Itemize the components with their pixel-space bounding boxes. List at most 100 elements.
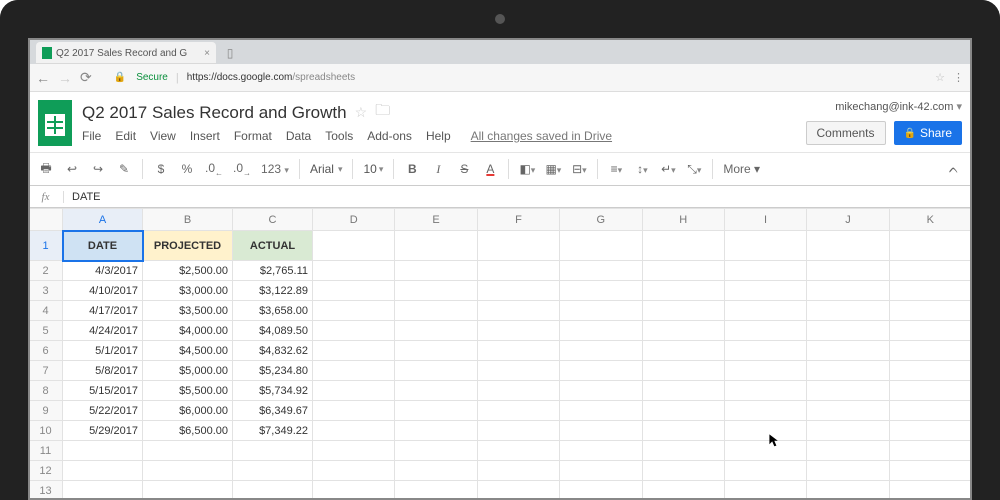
- bookmark-star-icon[interactable]: ☆: [935, 71, 945, 84]
- cell[interactable]: [313, 231, 395, 261]
- cell[interactable]: DATE: [63, 231, 143, 261]
- cell[interactable]: [477, 421, 559, 441]
- comments-button[interactable]: Comments: [806, 121, 886, 145]
- cell[interactable]: [560, 341, 642, 361]
- cell[interactable]: [807, 461, 889, 481]
- cell[interactable]: [395, 461, 477, 481]
- row-header[interactable]: 13: [29, 481, 63, 500]
- cell[interactable]: [560, 301, 642, 321]
- menu-addons[interactable]: Add-ons: [367, 129, 412, 143]
- column-header[interactable]: F: [477, 209, 559, 231]
- cell[interactable]: 4/3/2017: [63, 261, 143, 281]
- cell[interactable]: [724, 281, 806, 301]
- cell[interactable]: [642, 401, 724, 421]
- cell[interactable]: [807, 231, 889, 261]
- cell[interactable]: [395, 231, 477, 261]
- cell[interactable]: [724, 361, 806, 381]
- menu-edit[interactable]: Edit: [115, 129, 136, 143]
- cell[interactable]: $5,734.92: [233, 381, 313, 401]
- cell[interactable]: [477, 461, 559, 481]
- row-header[interactable]: 11: [29, 441, 63, 461]
- column-header[interactable]: A: [63, 209, 143, 231]
- cell[interactable]: [642, 361, 724, 381]
- undo-icon[interactable]: ↩: [64, 162, 80, 176]
- cell[interactable]: [395, 361, 477, 381]
- cell[interactable]: [889, 301, 971, 321]
- row-header[interactable]: 1: [29, 231, 63, 261]
- column-header[interactable]: B: [143, 209, 233, 231]
- menu-data[interactable]: Data: [286, 129, 311, 143]
- column-header[interactable]: H: [642, 209, 724, 231]
- cell[interactable]: $5,500.00: [143, 381, 233, 401]
- cell[interactable]: [233, 461, 313, 481]
- row-header[interactable]: 6: [29, 341, 63, 361]
- text-rotation-button[interactable]: ⤡▾: [686, 162, 702, 177]
- cell[interactable]: [889, 481, 971, 500]
- cell[interactable]: 4/24/2017: [63, 321, 143, 341]
- cell[interactable]: $6,500.00: [143, 421, 233, 441]
- cell[interactable]: [889, 281, 971, 301]
- column-header[interactable]: I: [724, 209, 806, 231]
- column-header[interactable]: C: [233, 209, 313, 231]
- cell[interactable]: [807, 381, 889, 401]
- cell[interactable]: [560, 461, 642, 481]
- cell[interactable]: [233, 441, 313, 461]
- cell[interactable]: $3,658.00: [233, 301, 313, 321]
- cell[interactable]: [477, 481, 559, 500]
- cell[interactable]: [143, 441, 233, 461]
- cell[interactable]: [395, 421, 477, 441]
- account-email[interactable]: mikechang@ink-42.com: [835, 100, 962, 113]
- column-header[interactable]: K: [889, 209, 971, 231]
- cell[interactable]: [807, 301, 889, 321]
- cell[interactable]: [889, 321, 971, 341]
- cell[interactable]: [395, 401, 477, 421]
- nav-forward-icon[interactable]: →: [58, 70, 72, 86]
- cell[interactable]: 5/22/2017: [63, 401, 143, 421]
- cell[interactable]: [313, 401, 395, 421]
- merge-cells-button[interactable]: ⊟▾: [571, 162, 587, 176]
- nav-reload-icon[interactable]: ⟳: [80, 69, 92, 86]
- borders-button[interactable]: ▦▾: [545, 162, 561, 176]
- toolbar-collapse-icon[interactable]: ᨈ: [946, 162, 962, 177]
- cell[interactable]: [889, 261, 971, 281]
- strikethrough-button[interactable]: S: [456, 162, 472, 176]
- cell[interactable]: [889, 441, 971, 461]
- menu-help[interactable]: Help: [426, 129, 451, 143]
- cell[interactable]: [313, 341, 395, 361]
- cell[interactable]: [724, 231, 806, 261]
- cell[interactable]: [807, 321, 889, 341]
- nav-back-icon[interactable]: ←: [36, 70, 50, 86]
- cell[interactable]: $4,000.00: [143, 321, 233, 341]
- font-family-picker[interactable]: Arial▾: [310, 162, 343, 176]
- cell[interactable]: 4/17/2017: [63, 301, 143, 321]
- increase-decimal[interactable]: .0→: [233, 161, 251, 177]
- saved-status[interactable]: All changes saved in Drive: [471, 129, 612, 143]
- cell[interactable]: [143, 481, 233, 500]
- bold-button[interactable]: B: [404, 162, 420, 176]
- cell[interactable]: [807, 401, 889, 421]
- cell[interactable]: [807, 361, 889, 381]
- cell[interactable]: [560, 481, 642, 500]
- cell[interactable]: $4,089.50: [233, 321, 313, 341]
- star-icon[interactable]: ☆: [355, 104, 368, 121]
- cell[interactable]: [560, 321, 642, 341]
- cell[interactable]: [477, 441, 559, 461]
- format-currency[interactable]: $: [153, 162, 169, 176]
- menu-file[interactable]: File: [82, 129, 101, 143]
- cell[interactable]: [807, 341, 889, 361]
- menu-insert[interactable]: Insert: [190, 129, 220, 143]
- cell[interactable]: [477, 321, 559, 341]
- cell[interactable]: [560, 261, 642, 281]
- sheets-logo-icon[interactable]: [38, 100, 72, 146]
- cell[interactable]: [889, 401, 971, 421]
- cell[interactable]: [313, 381, 395, 401]
- cell[interactable]: [642, 261, 724, 281]
- print-icon[interactable]: 🖶: [38, 159, 54, 180]
- cell[interactable]: [724, 401, 806, 421]
- cell[interactable]: PROJECTED: [143, 231, 233, 261]
- cell[interactable]: [889, 361, 971, 381]
- row-header[interactable]: 5: [29, 321, 63, 341]
- url-field[interactable]: https://docs.google.com/spreadsheets: [187, 72, 355, 83]
- cell[interactable]: [642, 421, 724, 441]
- cell[interactable]: $3,500.00: [143, 301, 233, 321]
